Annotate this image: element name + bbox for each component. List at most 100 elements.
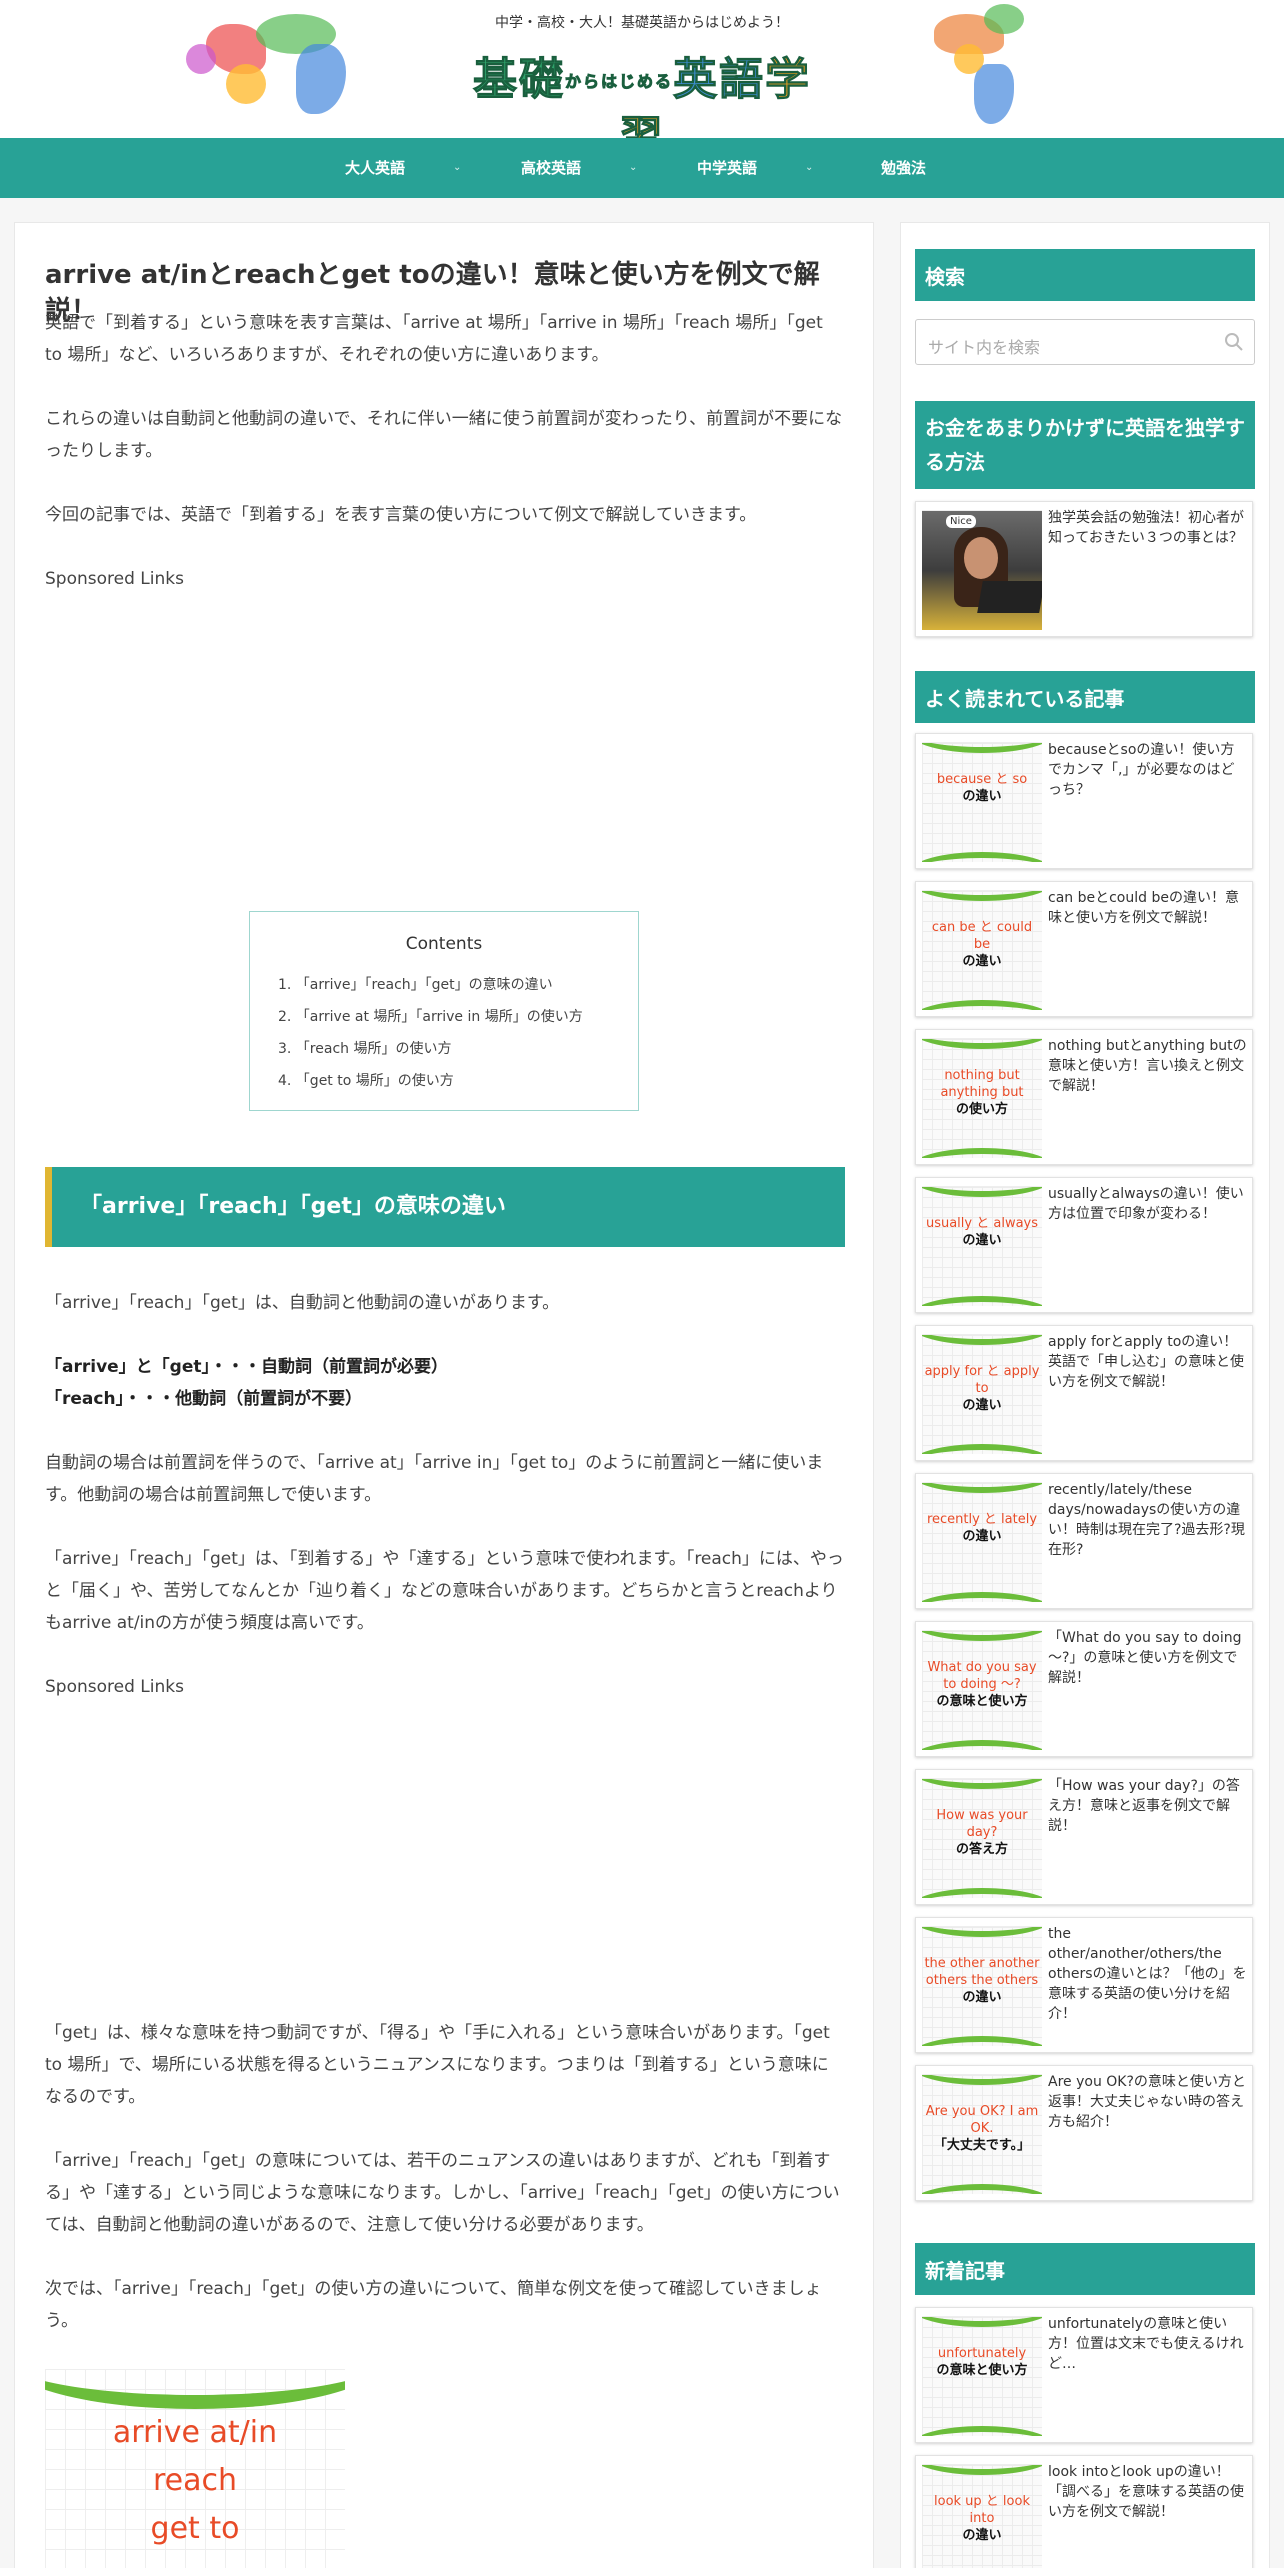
card-title: look intoとlook upの違い！「調べる」を意味する英語の使い方を例文… bbox=[1048, 2464, 1244, 2520]
thumb-caption: の違い bbox=[962, 2528, 1002, 2543]
card-title: 「What do you say to doing ～?」の意味と使い方を例文で… bbox=[1048, 1630, 1242, 1686]
article-paragraph: 「arrive」「reach」「get」は、「到着する」や「達する」という意味で… bbox=[45, 1549, 844, 1633]
article-card[interactable]: How was your day? の答え方 「How was your day?」… bbox=[915, 1769, 1253, 1905]
site-header: 中学・高校・大人！基礎英語からはじめよう！ 基礎からはじめる英語学習 bbox=[0, 0, 1284, 164]
thumb-text: Are you OK? I am OK. 「大丈夫です。」 bbox=[922, 2103, 1042, 2154]
card-title: 「How was your day?」の答え方！意味と返事を例文で解説！ bbox=[1048, 1778, 1240, 1834]
search-widget-title: 検索 bbox=[915, 249, 1255, 301]
thumb-caption: の違い bbox=[962, 1990, 1002, 2005]
thumb-keywords: nothing but anything but bbox=[940, 1068, 1024, 1100]
article-card[interactable]: apply for と apply to の違い apply forとapply t… bbox=[915, 1325, 1253, 1461]
article-card[interactable]: What do you say to doing ～? の意味と使い方 「What … bbox=[915, 1621, 1253, 1757]
article-thumbnail: because と so の違い bbox=[922, 742, 1042, 862]
toc-title: Contents bbox=[405, 934, 483, 954]
section-heading: 「arrive」「reach」「get」の意味の違い bbox=[45, 1167, 845, 1247]
article-paragraph: 自動詞の場合は前置詞を伴うので、「arrive at」「arrive in」「g… bbox=[45, 1453, 824, 1505]
figure-line: 使い方の違い bbox=[45, 2559, 345, 2568]
toc-item[interactable]: 4. 「get to 場所」の使い方 bbox=[278, 1070, 454, 1090]
world-map-right-decoration bbox=[924, 4, 1064, 132]
sponsored-links-label: Sponsored Links bbox=[45, 569, 184, 589]
thumb-bubble: Nice bbox=[946, 515, 976, 528]
thumb-keywords: apply for と apply to bbox=[924, 1364, 1040, 1396]
search-input[interactable]: サイト内を検索 bbox=[915, 319, 1255, 365]
figure-line: reach bbox=[152, 2463, 238, 2498]
article-card[interactable]: because と so の違い becauseとsoの違い！使い方でカンマ「,」が… bbox=[915, 733, 1253, 869]
article-thumbnail: unfortunately の意味と使い方 bbox=[922, 2316, 1042, 2436]
thumb-caption: の使い方 bbox=[955, 1102, 1008, 1117]
thumb-text: nothing but anything but の使い方 bbox=[922, 1067, 1042, 1118]
site-logo[interactable]: 基礎からはじめる英語学習 bbox=[462, 52, 822, 164]
thumb-text: recently と lately の違い bbox=[922, 1511, 1042, 1545]
thumb-keywords: can be と could be bbox=[931, 920, 1033, 952]
thumb-text: How was your day? の答え方 bbox=[922, 1807, 1042, 1858]
card-title: 独学英会話の勉強法！初心者が知っておきたい３つの事とは？ bbox=[1048, 510, 1244, 546]
site-tagline: 中学・高校・大人！基礎英語からはじめよう！ bbox=[495, 15, 789, 31]
article-paragraph: 今回の記事では、英語で「到着する」を表す言葉の使い方について例文で解説していきま… bbox=[45, 505, 757, 525]
sidebar: 検索 サイト内を検索 お金をあまりかけずに英語を独学する方法 Nice 独学英会… bbox=[900, 222, 1270, 2568]
card-title: usuallyとalwaysの違い！使い方は位置で印象が変わる！ bbox=[1048, 1186, 1244, 1222]
card-title: nothing butとanything butの意味と使い方！言い換えと例文で… bbox=[1048, 1038, 1247, 1094]
thumb-keywords: Are you OK? I am OK. bbox=[925, 2104, 1039, 2136]
thumb-text: apply for と apply to の違い bbox=[922, 1363, 1042, 1414]
thumb-keywords: What do you say to doing ～? bbox=[927, 1660, 1037, 1692]
table-of-contents: Contents 1. 「arrive」「reach」「get」の意味の違い 2… bbox=[249, 911, 639, 1111]
sponsored-links-label: Sponsored Links bbox=[45, 1677, 184, 1697]
article-paragraph: 次では、「arrive」「reach」「get」の使い方の違いについて、簡単な例… bbox=[45, 2279, 822, 2331]
thumb-keywords: unfortunately bbox=[937, 2346, 1027, 2361]
article-paragraph: 「get」は、様々な意味を持つ動詞ですが、「得る」や「手に入れる」という意味合い… bbox=[45, 2023, 830, 2107]
thumb-caption: の違い bbox=[962, 1233, 1002, 1248]
article-card[interactable]: Are you OK? I am OK. 「大丈夫です。」 Are you OK?の… bbox=[915, 2065, 1253, 2201]
card-title: Are you OK?の意味と使い方と返事！大丈夫じゃない時の答え方も紹介！ bbox=[1048, 2074, 1246, 2130]
article-thumbnail: apply for と apply to の違い bbox=[922, 1334, 1042, 1454]
nav-item-adult-english[interactable]: 大人英語 bbox=[345, 138, 405, 198]
promo-thumbnail: Nice bbox=[922, 510, 1042, 630]
article-figure-image: arrive at/in reach get to 使い方の違い bbox=[45, 2369, 345, 2568]
nav-item-study-method[interactable]: 勉強法 bbox=[881, 138, 926, 198]
article-thumbnail: usually と always の違い bbox=[922, 1186, 1042, 1306]
article-card[interactable]: unfortunately の意味と使い方 unfortunately の意味と使い方… bbox=[915, 2307, 1253, 2443]
article-thumbnail: How was your day? の答え方 bbox=[922, 1778, 1042, 1898]
global-nav: 大人英語 ⌄ 高校英語 ⌄ 中学英語 ⌄ 勉強法 bbox=[0, 138, 1284, 198]
promo-article-card[interactable]: Nice 独学英会話の勉強法！初心者が知っておきたい３つの事とは？ bbox=[915, 501, 1253, 637]
thumb-text: can be と could be の違い bbox=[922, 919, 1042, 970]
thumb-keywords: usually と always bbox=[925, 1216, 1039, 1231]
search-placeholder: サイト内を検索 bbox=[928, 338, 1041, 357]
article-card[interactable]: usually と always の違い usuallyとalwaysの違い！使い方… bbox=[915, 1177, 1253, 1313]
figure-line: arrive at/in bbox=[112, 2415, 278, 2450]
toc-item[interactable]: 1. 「arrive」「reach」「get」の意味の違い bbox=[278, 974, 553, 994]
article-card[interactable]: look up と look into の違い look intoとlook upの… bbox=[915, 2455, 1253, 2568]
article-card[interactable]: recently と lately の違い recently/lately/thes… bbox=[915, 1473, 1253, 1609]
article-thumbnail: Are you OK? I am OK. 「大丈夫です。」 bbox=[922, 2074, 1042, 2194]
card-title: becauseとsoの違い！使い方でカンマ「,」が必要なのはどっち？ bbox=[1048, 742, 1235, 798]
thumb-keywords: look up と look into bbox=[934, 2494, 1030, 2526]
thumb-text: usually と always の違い bbox=[922, 1215, 1042, 1249]
thumb-text: look up と look into の違い bbox=[922, 2493, 1042, 2544]
thumb-text: unfortunately の意味と使い方 bbox=[922, 2345, 1042, 2379]
popular-widget-title: よく読まれている記事 bbox=[915, 671, 1255, 723]
thumb-caption: 「大丈夫です。」 bbox=[933, 2138, 1031, 2153]
nav-item-high-school-english[interactable]: 高校英語 bbox=[521, 138, 581, 198]
chevron-down-icon: ⌄ bbox=[629, 162, 638, 173]
thumb-caption: の答え方 bbox=[955, 1842, 1008, 1857]
nav-item-junior-high-english[interactable]: 中学英語 bbox=[697, 138, 757, 198]
logo-part-1: 基礎 bbox=[472, 54, 565, 106]
article-card[interactable]: the other another others the others の違い th… bbox=[915, 1917, 1253, 2053]
article-thumbnail: nothing but anything but の使い方 bbox=[922, 1038, 1042, 1158]
article-thumbnail: look up と look into の違い bbox=[922, 2464, 1042, 2568]
thumb-keywords: because と so bbox=[936, 772, 1028, 787]
chevron-down-icon: ⌄ bbox=[453, 162, 462, 173]
thumb-caption: の違い bbox=[962, 954, 1002, 969]
search-icon[interactable] bbox=[1224, 332, 1244, 352]
card-title: can beとcould beの違い！意味と使い方を例文で解説！ bbox=[1048, 890, 1239, 926]
thumb-keywords: recently と lately bbox=[926, 1512, 1038, 1527]
toc-item[interactable]: 3. 「reach 場所」の使い方 bbox=[278, 1038, 451, 1058]
promo-widget-title: お金をあまりかけずに英語を独学する方法 bbox=[915, 401, 1255, 489]
thumb-text: What do you say to doing ～? の意味と使い方 bbox=[922, 1659, 1042, 1710]
article-card[interactable]: nothing but anything but の使い方 nothing butと… bbox=[915, 1029, 1253, 1165]
thumb-caption: の意味と使い方 bbox=[936, 2363, 1028, 2378]
card-title: recently/lately/these days/nowadaysの使い方の… bbox=[1048, 1482, 1245, 1558]
toc-item[interactable]: 2. 「arrive at 場所」「arrive in 場所」の使い方 bbox=[278, 1006, 583, 1026]
new-widget-title: 新着記事 bbox=[915, 2243, 1255, 2295]
thumb-caption: の違い bbox=[962, 789, 1002, 804]
article-card[interactable]: can be と could be の違い can beとcould beの違い！意… bbox=[915, 881, 1253, 1017]
